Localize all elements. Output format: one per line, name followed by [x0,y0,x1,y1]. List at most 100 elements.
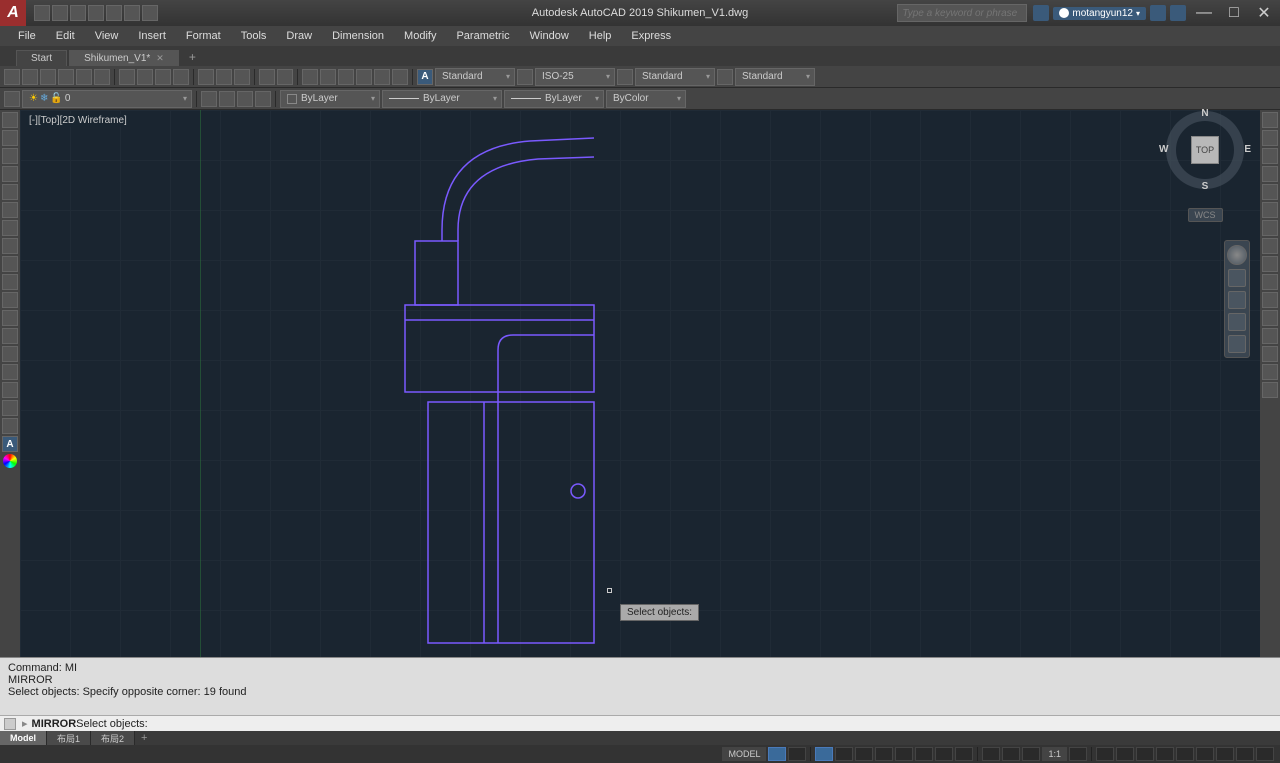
quickprops-toggle[interactable] [1156,747,1174,761]
polygon-button[interactable] [2,166,18,182]
text-style-button[interactable]: A [417,69,433,85]
copy-obj-button[interactable] [1262,130,1278,146]
mtext-button[interactable]: A [2,436,18,452]
revcloud-button[interactable] [2,238,18,254]
showmotion-button[interactable] [1228,335,1246,353]
new-button[interactable] [4,69,20,85]
menu-insert[interactable]: Insert [128,28,176,44]
open-button-2[interactable] [22,69,38,85]
tab-start[interactable]: Start [16,50,67,66]
plot-button[interactable] [106,5,122,21]
zoom-button[interactable] [277,69,293,85]
menu-format[interactable]: Format [176,28,231,44]
menu-tools[interactable]: Tools [231,28,277,44]
selection-cycling-toggle[interactable] [1022,747,1040,761]
rotate-button[interactable] [1262,220,1278,236]
menu-help[interactable]: Help [579,28,622,44]
tab-layout2[interactable]: 布局2 [91,731,135,745]
mleader-style-dropdown[interactable]: Standard [735,68,815,86]
close-button[interactable]: ✕ [1252,3,1276,23]
annotation-monitor-button[interactable] [1116,747,1134,761]
tab-new-button[interactable]: + [181,48,204,66]
drawing-viewport[interactable]: [-][Top][2D Wireframe] Select objects: [20,110,1260,657]
layer-iso-button[interactable] [219,91,235,107]
compass-w[interactable]: W [1159,144,1168,155]
redo-button[interactable] [142,5,158,21]
plot-button-2[interactable] [58,69,74,85]
cleanscreen-button[interactable] [1236,747,1254,761]
polyline-button[interactable] [2,148,18,164]
menu-modify[interactable]: Modify [394,28,446,44]
zoom-nav-button[interactable] [1228,291,1246,309]
layer-props-button[interactable] [4,91,20,107]
sheetset-button[interactable] [320,69,336,85]
dim-style-button[interactable] [517,69,533,85]
signin-star-icon[interactable] [1033,5,1049,21]
tab-active-doc[interactable]: Shikumen_V1*✕ [69,50,179,66]
menu-view[interactable]: View [85,28,129,44]
polar-toggle[interactable] [875,747,893,761]
layer-states-button[interactable] [201,91,217,107]
rectangle-button[interactable] [2,184,18,200]
layer-dropdown[interactable]: ☀ ❄ 🔓 0 [22,90,192,108]
move-button[interactable] [1262,202,1278,218]
stay-connected-icon[interactable] [1170,5,1186,21]
chamfer-button[interactable] [1262,346,1278,362]
region-button[interactable] [2,400,18,416]
viewcube-top-face[interactable]: TOP [1191,136,1219,164]
maximize-button[interactable]: □ [1222,4,1246,22]
dim-style-dropdown[interactable]: ISO-25 [535,68,615,86]
infocenter-search[interactable] [897,4,1027,22]
transparency-toggle[interactable] [1002,747,1020,761]
make-block-button[interactable] [2,328,18,344]
properties-button[interactable] [302,69,318,85]
ellipse-button[interactable] [2,274,18,290]
tab-model[interactable]: Model [0,731,47,745]
osnap-toggle[interactable] [915,747,933,761]
menu-file[interactable]: File [8,28,46,44]
join-button[interactable] [1262,328,1278,344]
viewcube[interactable]: TOP N S W E [1165,110,1245,190]
tab-layout1[interactable]: 布局1 [47,731,91,745]
undo-button[interactable] [124,5,140,21]
steering-wheel-button[interactable] [1227,245,1247,265]
lineweight-dropdown[interactable]: ByLayer [504,90,604,108]
annoscale-button[interactable] [1069,747,1087,761]
minimize-button[interactable]: — [1192,4,1216,22]
array-button[interactable] [1262,184,1278,200]
lockui-button[interactable] [1176,747,1194,761]
trim-button[interactable] [1262,274,1278,290]
table-style-button[interactable] [617,69,633,85]
tab-add-layout[interactable]: + [135,732,153,744]
table-button[interactable] [2,418,18,434]
pan-nav-button[interactable] [1228,269,1246,287]
app-logo[interactable]: A [0,0,26,26]
isolate-objects-button[interactable] [1196,747,1214,761]
mirror-button[interactable] [1262,148,1278,164]
scale-button[interactable] [1262,238,1278,254]
stretch-button[interactable] [1262,256,1278,272]
gradient-button[interactable] [2,382,18,398]
save-button[interactable] [70,5,86,21]
compass-s[interactable]: S [1202,181,1209,192]
layer-uniso-button[interactable] [237,91,253,107]
extend-button[interactable] [1262,292,1278,308]
paste-button[interactable] [155,69,171,85]
cut-button[interactable] [119,69,135,85]
fillet-button[interactable] [1262,364,1278,380]
menu-edit[interactable]: Edit [46,28,85,44]
undo-button-2[interactable] [216,69,232,85]
spline-button[interactable] [2,256,18,272]
customize-statusbar-button[interactable] [1256,747,1274,761]
hatch-button[interactable] [2,364,18,380]
copy-button[interactable] [137,69,153,85]
block-editor-button[interactable] [198,69,214,85]
text-style-dropdown[interactable]: Standard [435,68,515,86]
units-button[interactable] [1136,747,1154,761]
menu-dimension[interactable]: Dimension [322,28,394,44]
exchange-apps-icon[interactable] [1150,5,1166,21]
markup-button[interactable] [374,69,390,85]
annotation-scale[interactable]: 1:1 [1042,747,1067,761]
saveas-button[interactable] [88,5,104,21]
qnew-button[interactable] [34,5,50,21]
